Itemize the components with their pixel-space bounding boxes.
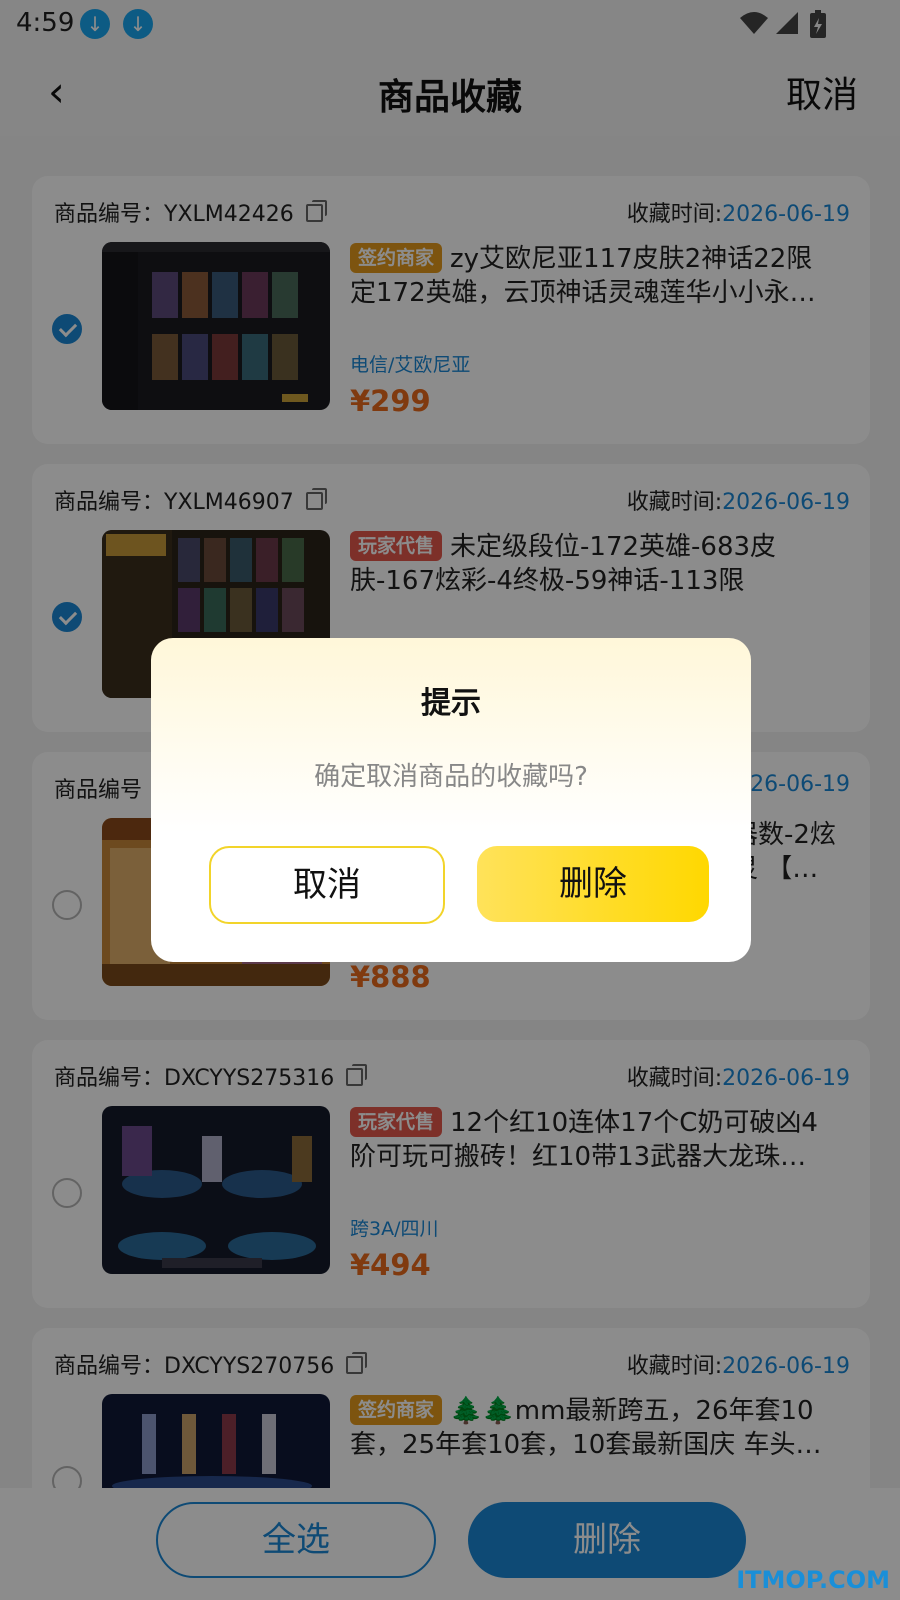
- watermark: ITMOP.COM: [736, 1566, 890, 1594]
- dialog-title: 提示: [421, 686, 481, 721]
- dialog-message: 确定取消商品的收藏吗?: [314, 762, 588, 792]
- dialog-delete-button[interactable]: 删除: [477, 846, 709, 922]
- dialog-cancel-button[interactable]: 取消: [209, 846, 445, 924]
- confirm-dialog: 提示 确定取消商品的收藏吗? 取消 删除: [151, 638, 751, 962]
